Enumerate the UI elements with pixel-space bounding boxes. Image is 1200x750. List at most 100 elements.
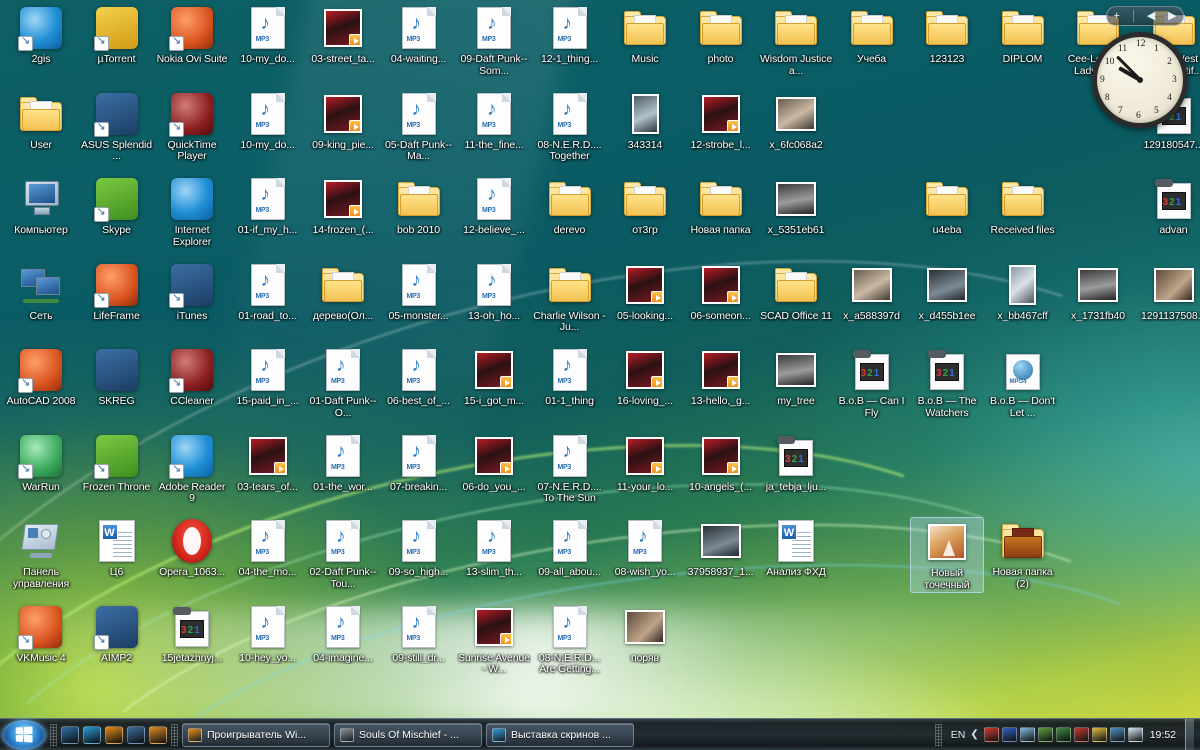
desktop-icon[interactable]: ♪MP308-N.E.R.D... Are Getting...: [533, 603, 607, 676]
desktop-icon[interactable]: ♪MP301-1_thing: [533, 346, 607, 408]
desktop-icon[interactable]: 06-someon...: [684, 261, 758, 323]
desktop-icon[interactable]: Wisdom Justice a...: [759, 4, 833, 77]
gadget-next-button[interactable]: ▶: [1168, 11, 1176, 22]
desktop-icon[interactable]: ♪MP304-imagine...: [306, 603, 380, 665]
desktop-icon[interactable]: ♪MP310-my_do...: [231, 90, 305, 152]
desktop-icon[interactable]: ♪MP313-slim_th...: [457, 517, 531, 579]
desktop-icon[interactable]: CCleaner: [155, 346, 229, 408]
desktop-icon[interactable]: x_a588397d: [835, 261, 909, 323]
desktop-icon[interactable]: SCAD Office 11: [759, 261, 833, 323]
desktop-icon[interactable]: 05-looking...: [608, 261, 682, 323]
show-desktop-icon[interactable]: [61, 726, 79, 744]
desktop-icon[interactable]: Music: [608, 4, 682, 66]
gadget-add-button[interactable]: +: [1113, 11, 1119, 22]
desktop-icon[interactable]: ♪MP301-the_wor...: [306, 432, 380, 494]
desktop-icon[interactable]: QuickTime Player: [155, 90, 229, 163]
desktop-icon[interactable]: 14-frozen_(...: [306, 175, 380, 237]
desktop-icon[interactable]: x_6fc068a2: [759, 90, 833, 152]
desktop-icon[interactable]: 12-strobe_l...: [684, 90, 758, 152]
desktop-icon[interactable]: AutoCAD 2008: [4, 346, 78, 408]
desktop-icon[interactable]: Skype: [80, 175, 154, 237]
gadget-prev-button[interactable]: ◀: [1147, 11, 1155, 22]
desktop-icon[interactable]: ♪MP301-if_my_h...: [231, 175, 305, 237]
desktop-icon[interactable]: ♪MP313-oh_ho...: [457, 261, 531, 323]
desktop-icon[interactable]: 13-hello,_g...: [684, 346, 758, 408]
desktop-icon[interactable]: Учеба: [835, 4, 909, 66]
desktop-icon[interactable]: 10-angels_(...: [684, 432, 758, 494]
start-button[interactable]: [2, 720, 46, 750]
desktop-icon[interactable]: VKMusic 4: [4, 603, 78, 665]
desktop-icon[interactable]: Сеть: [4, 261, 78, 323]
desktop-icon[interactable]: ♪MP309-Daft Punk--Som...: [457, 4, 531, 77]
desktop-icon[interactable]: дерево(Ол...: [306, 261, 380, 323]
screen-icon[interactable]: [1020, 727, 1035, 742]
desktop-icon[interactable]: 1291137508...: [1137, 261, 1200, 323]
desktop-icon[interactable]: ♪MP307-breakin...: [382, 432, 456, 494]
refresh-icon[interactable]: [1038, 727, 1053, 742]
desktop-icon[interactable]: µTorrent: [80, 4, 154, 66]
language-indicator[interactable]: EN: [951, 729, 966, 741]
taskbar[interactable]: Проигрыватель Wi...Souls Of Mischief - .…: [0, 718, 1200, 750]
desktop-icon[interactable]: iTunes: [155, 261, 229, 323]
gadget-toolbar[interactable]: + ◀ ▶: [1106, 6, 1184, 26]
desktop-icon[interactable]: 16-loving_...: [608, 346, 682, 408]
desktop-icon[interactable]: ♪MP310-hey_yo...: [231, 603, 305, 665]
toolbar-grip[interactable]: [50, 724, 57, 746]
desktop-icon[interactable]: ♪MP302-Daft Punk--Tou...: [306, 517, 380, 590]
desktop-icon[interactable]: ♪MP309-so_high...: [382, 517, 456, 579]
desktop-icon[interactable]: 2gis: [4, 4, 78, 66]
desktop-icon[interactable]: ♪MP305-monster...: [382, 261, 456, 323]
taskbar-button[interactable]: Souls Of Mischief - ...: [334, 723, 482, 747]
desktop-icon[interactable]: Received files: [986, 175, 1060, 237]
desktop-icon[interactable]: Adobe Reader 9: [155, 432, 229, 505]
desktop-icon[interactable]: 343314: [608, 90, 682, 152]
desktop-icon[interactable]: ♪MP310-my_do...: [231, 4, 305, 66]
shield-icon[interactable]: [1056, 727, 1071, 742]
firefox-red-icon[interactable]: [984, 727, 999, 742]
tray-grip[interactable]: [935, 724, 942, 746]
system-tray[interactable]: EN ❮ 19:52: [931, 719, 1200, 750]
desktop-icon[interactable]: 03-tears_of...: [231, 432, 305, 494]
internet-explorer-icon[interactable]: [83, 726, 101, 744]
desktop-icon[interactable]: 32115jetazhnyj...: [155, 603, 229, 665]
desktop-icon[interactable]: Новый точечный рисунок: [910, 517, 984, 593]
desktop-icon[interactable]: LifeFrame: [80, 261, 154, 323]
desktop-icon[interactable]: ♪MP312-believe_...: [457, 175, 531, 237]
desktop-icon[interactable]: ♪MP305-Daft Punk--Ma...: [382, 90, 456, 163]
desktop-icon[interactable]: my_tree: [759, 346, 833, 408]
taskbar-clock[interactable]: 19:52: [1148, 729, 1176, 741]
desktop-icon[interactable]: x_d455b1ee: [910, 261, 984, 323]
desktop-icon[interactable]: 123123: [910, 4, 984, 66]
quick-launch-bar[interactable]: [61, 726, 167, 744]
desktop-icon[interactable]: 321B.o.B — The Watchers: [910, 346, 984, 419]
desktop-icon[interactable]: 15-i_got_m...: [457, 346, 531, 408]
toolbar-grip[interactable]: [171, 724, 178, 746]
desktop-icon[interactable]: bob 2010: [382, 175, 456, 237]
desktop-icon[interactable]: WАнализ ФХД: [759, 517, 833, 579]
desktop-icon[interactable]: Internet Explorer: [155, 175, 229, 248]
desktop-icon[interactable]: ♪MP309-all_abou...: [533, 517, 607, 579]
desktop-icon[interactable]: ♪MP312-1_thing...: [533, 4, 607, 66]
desktop-icon[interactable]: Новая папка: [684, 175, 758, 237]
desktop-icon[interactable]: DIPLOM: [986, 4, 1060, 66]
desktop-icon[interactable]: ♪MP301-Daft Punk--O...: [306, 346, 380, 419]
desktop-icon[interactable]: 06-do_you_...: [457, 432, 531, 494]
desktop-icon[interactable]: Компьютер: [4, 175, 78, 237]
desktop-icon[interactable]: ♪MP308-wish_yo...: [608, 517, 682, 579]
aimp-icon[interactable]: [149, 726, 167, 744]
desktop-icon[interactable]: ♪MP308-N.E.R.D.... Together: [533, 90, 607, 163]
notepad-icon[interactable]: [1092, 727, 1107, 742]
desktop-icon[interactable]: от3гр: [608, 175, 682, 237]
desktop-icon[interactable]: User: [4, 90, 78, 152]
desktop-icon[interactable]: 03-street_ta...: [306, 4, 380, 66]
desktop-icon[interactable]: Sunrise Avenue - W...: [457, 603, 531, 676]
desktop-icon[interactable]: 321B.o.B — Can I Fly: [835, 346, 909, 419]
flip-3d-icon[interactable]: [127, 726, 145, 744]
desktop-icon[interactable]: ♪MP315-paid_in_...: [231, 346, 305, 408]
desktop-icon[interactable]: ♪MP307-N.E.R.D.... To The Sun: [533, 432, 607, 505]
desktop-icon[interactable]: поряв: [608, 603, 682, 665]
desktop-icon[interactable]: ♪MP304-the_mo...: [231, 517, 305, 579]
desktop-icon[interactable]: WarRun: [4, 432, 78, 494]
desktop-icon[interactable]: ♪MP304-waiting...: [382, 4, 456, 66]
volume-red-icon[interactable]: [1074, 727, 1089, 742]
